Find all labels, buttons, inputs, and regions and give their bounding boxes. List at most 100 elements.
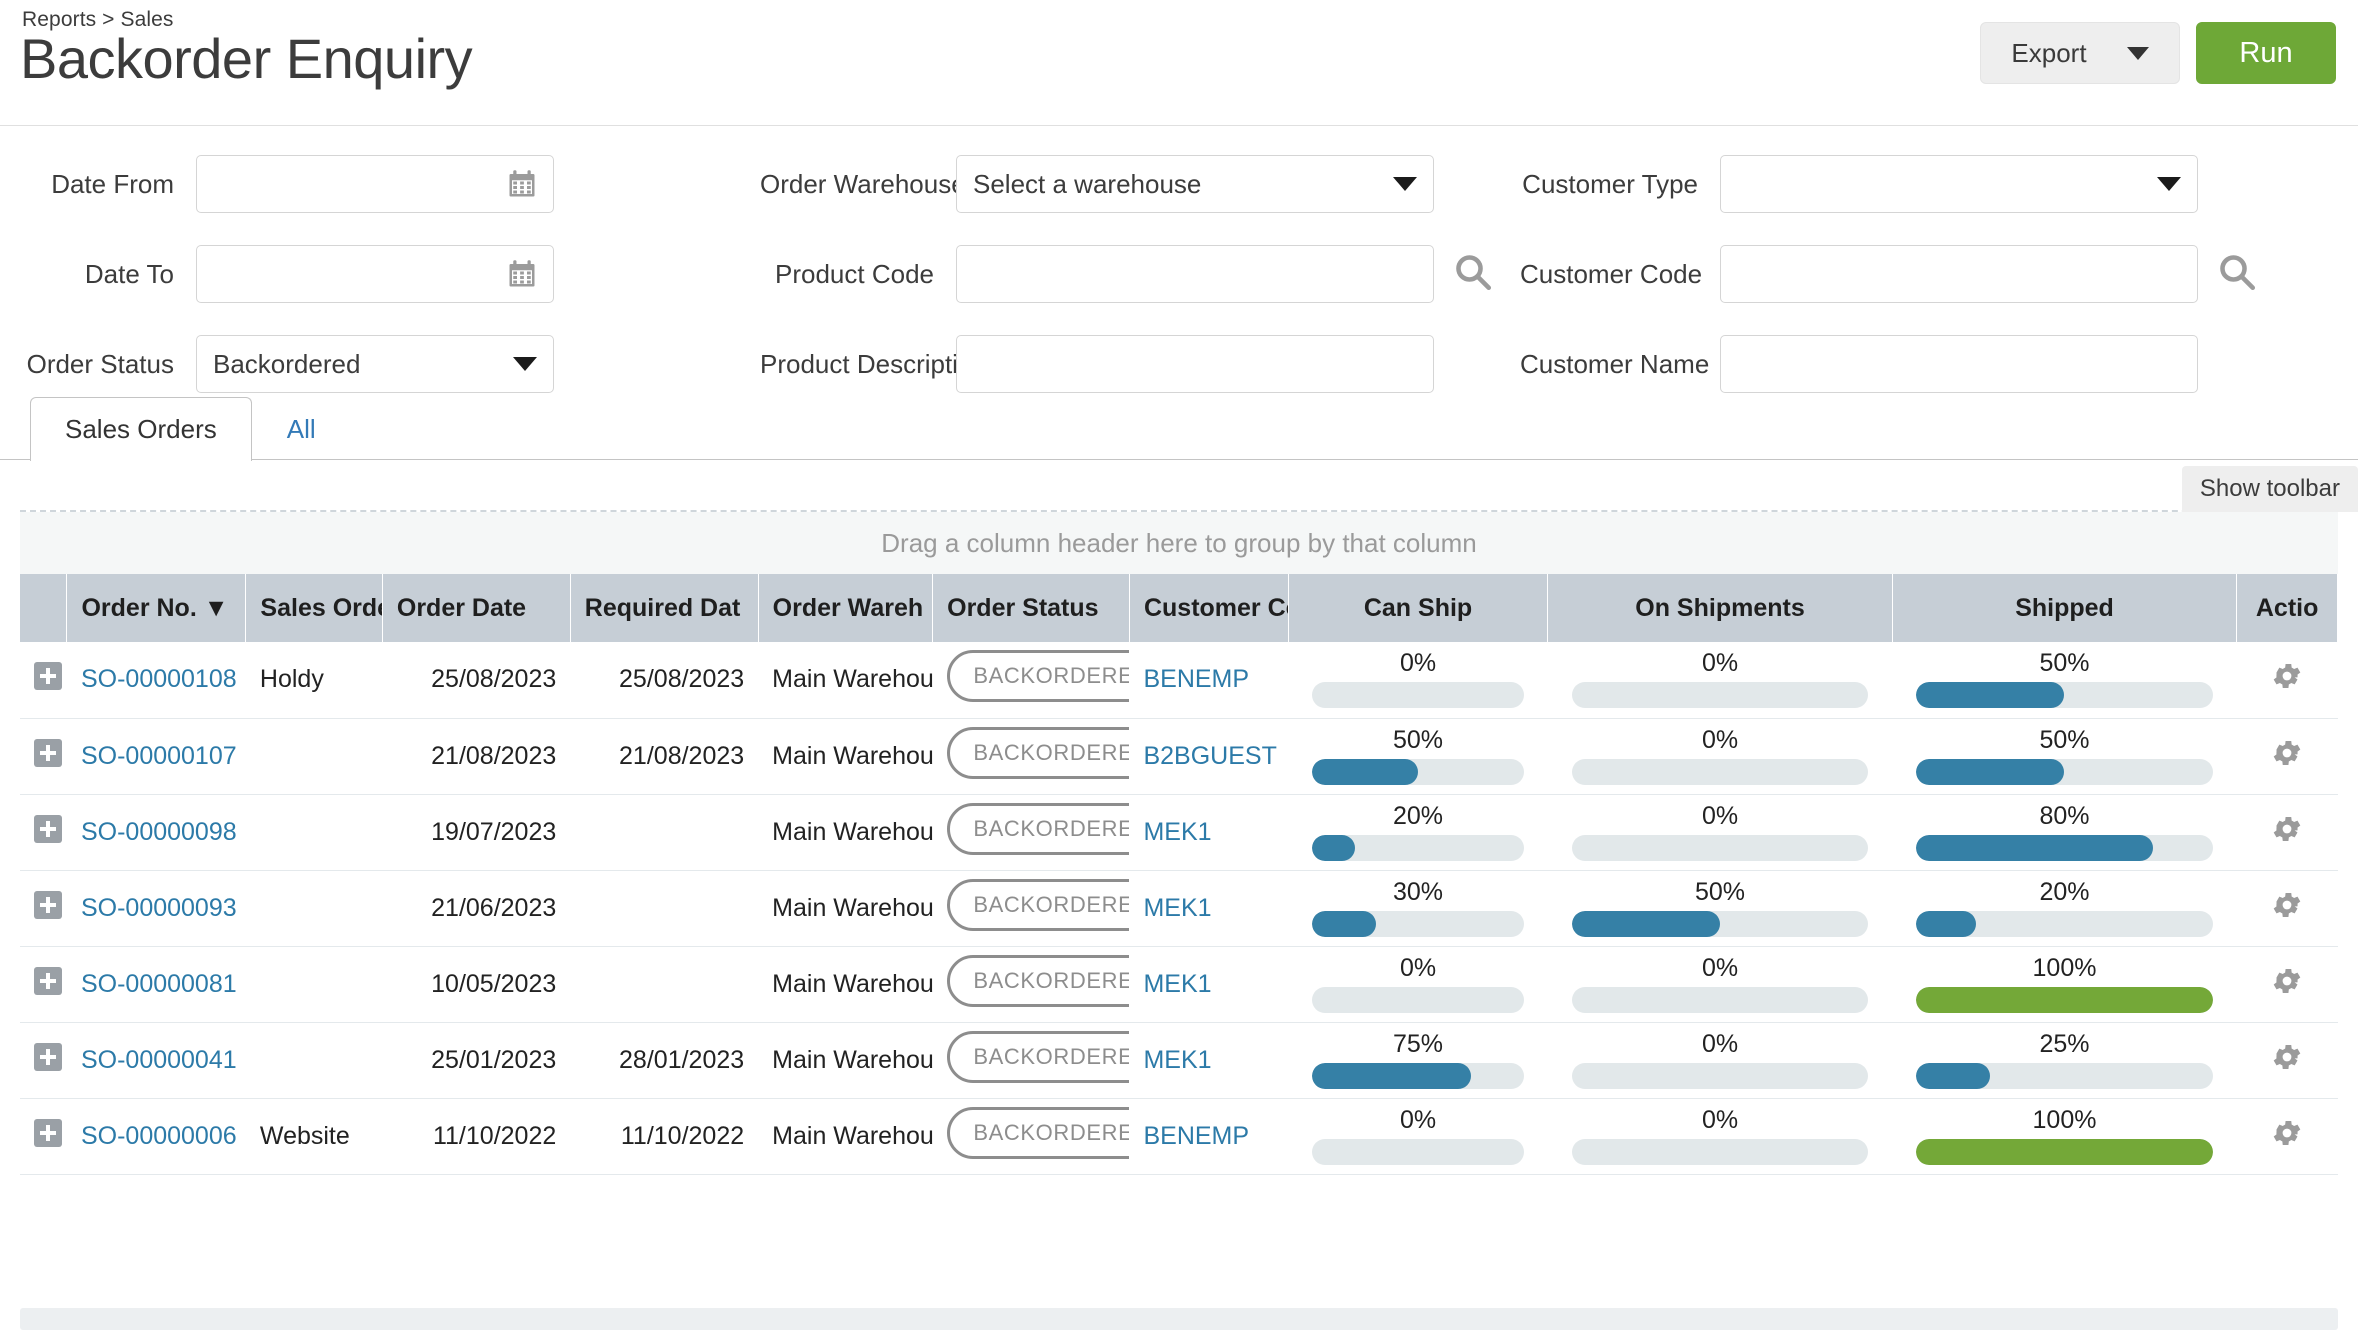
cell-order-no[interactable]: SO-00000108 xyxy=(66,642,246,719)
filter-order-status-select[interactable]: Backordered xyxy=(196,335,554,393)
filter-customer-name-input[interactable] xyxy=(1720,335,2198,393)
gear-icon[interactable] xyxy=(2270,736,2304,777)
cell-customer-code[interactable]: MEK1 xyxy=(1129,946,1289,1023)
cell-actions[interactable] xyxy=(2236,946,2338,1023)
group-by-drop-area[interactable]: Drag a column header here to group by th… xyxy=(20,512,2338,574)
customer-code-link[interactable]: MEK1 xyxy=(1143,818,1211,846)
cell-actions[interactable] xyxy=(2236,794,2338,871)
cell-order-no[interactable]: SO-00000093 xyxy=(66,870,246,947)
run-button[interactable]: Run xyxy=(2196,22,2336,84)
cell-actions[interactable] xyxy=(2236,718,2338,795)
cell-actions[interactable] xyxy=(2236,870,2338,947)
table-row[interactable]: SO-00000108 Holdy 25/08/2023 25/08/2023 Main… xyxy=(20,642,2338,719)
expand-row-icon[interactable] xyxy=(34,890,62,919)
gear-icon[interactable] xyxy=(2270,888,2304,929)
gear-icon[interactable] xyxy=(2270,1040,2304,1081)
customer-code-link[interactable]: BENEMP xyxy=(1143,1122,1249,1150)
customer-code-link[interactable]: MEK1 xyxy=(1143,1046,1211,1074)
expand-row-cell[interactable] xyxy=(20,794,67,871)
table-row[interactable]: SO-00000107 21/08/2023 21/08/2023 Main Ware… xyxy=(20,718,2338,795)
cell-customer-code[interactable]: BENEMP xyxy=(1129,1098,1289,1175)
expand-row-cell[interactable] xyxy=(20,1022,67,1099)
filter-product-code-input[interactable] xyxy=(956,245,1434,303)
order-no-link[interactable]: SO-00000081 xyxy=(81,970,237,998)
expand-row-icon[interactable] xyxy=(34,662,62,691)
cell-customer-code[interactable]: BENEMP xyxy=(1129,642,1289,719)
customer-code-link[interactable]: MEK1 xyxy=(1143,894,1211,922)
expand-row-icon[interactable] xyxy=(34,1118,62,1147)
column-header-sales-order[interactable]: Sales Order xyxy=(245,574,383,642)
progress-track xyxy=(1571,986,1869,1013)
gear-icon[interactable] xyxy=(2270,812,2304,853)
order-no-link[interactable]: SO-00000098 xyxy=(81,818,237,846)
cell-order-no[interactable]: SO-00000006 xyxy=(66,1098,246,1175)
expand-row-icon[interactable] xyxy=(34,966,62,995)
cell-order-no[interactable]: SO-00000098 xyxy=(66,794,246,871)
column-header-order-no-[interactable]: Order No. ▼ xyxy=(66,574,247,642)
gear-icon[interactable] xyxy=(2270,1116,2304,1157)
calendar-icon[interactable] xyxy=(507,259,537,289)
table-row[interactable]: SO-00000081 10/05/2023 Main Warehous BACKOR… xyxy=(20,946,2338,1023)
calendar-icon[interactable] xyxy=(507,169,537,199)
filter-customer-code-input[interactable] xyxy=(1720,245,2198,303)
expand-row-cell[interactable] xyxy=(20,870,67,947)
table-row[interactable]: SO-00000041 25/01/2023 28/01/2023 Main Ware… xyxy=(20,1022,2338,1099)
order-no-link[interactable]: SO-00000006 xyxy=(81,1122,237,1150)
cell-actions[interactable] xyxy=(2236,1098,2338,1175)
cell-shipped: 25% xyxy=(1892,1022,2237,1099)
customer-code-link[interactable]: B2BGUEST xyxy=(1143,742,1276,770)
gear-icon[interactable] xyxy=(2270,659,2304,700)
column-header-shipped[interactable]: Shipped xyxy=(1892,574,2238,642)
horizontal-scrollbar[interactable] xyxy=(20,1308,2338,1330)
gear-icon[interactable] xyxy=(2270,964,2304,1005)
export-button[interactable]: Export xyxy=(1980,22,2180,84)
filter-customer-type-select[interactable] xyxy=(1720,155,2198,213)
cell-customer-code[interactable]: B2BGUEST xyxy=(1129,718,1289,795)
cell-actions[interactable] xyxy=(2236,642,2338,719)
filter-order-warehouse-select[interactable]: Select a warehouse xyxy=(956,155,1434,213)
order-no-link[interactable]: SO-00000108 xyxy=(81,665,237,693)
order-no-link[interactable]: SO-00000093 xyxy=(81,894,237,922)
column-header-required-dat[interactable]: Required Dat xyxy=(570,574,759,642)
expand-row-cell[interactable] xyxy=(20,718,67,795)
order-no-link[interactable]: SO-00000107 xyxy=(81,742,237,770)
filter-column-2: Order Warehouse Select a warehouse Product… xyxy=(760,154,1520,424)
search-icon[interactable] xyxy=(1452,251,1494,298)
filter-date-to-input[interactable] xyxy=(196,245,554,303)
column-header-order-wareh[interactable]: Order Wareh xyxy=(758,574,934,642)
column-header-can-ship[interactable]: Can Ship xyxy=(1288,574,1549,642)
cell-required-date: 11/10/2022 xyxy=(570,1098,759,1175)
expand-row-icon[interactable] xyxy=(34,814,62,843)
cell-actions[interactable] xyxy=(2236,1022,2338,1099)
tab-all[interactable]: All xyxy=(252,397,351,461)
table-row[interactable]: SO-00000098 19/07/2023 Main Warehous BACKOR… xyxy=(20,794,2338,871)
column-header-order-status[interactable]: Order Status xyxy=(932,574,1130,642)
tab-sales-orders[interactable]: Sales Orders xyxy=(30,397,252,461)
expand-row-icon[interactable] xyxy=(34,1042,62,1071)
cell-customer-code[interactable]: MEK1 xyxy=(1129,1022,1289,1099)
column-header-customer-co[interactable]: Customer Co xyxy=(1129,574,1289,642)
filter-date-from-input[interactable] xyxy=(196,155,554,213)
cell-order-no[interactable]: SO-00000041 xyxy=(66,1022,246,1099)
customer-code-link[interactable]: MEK1 xyxy=(1143,970,1211,998)
order-no-link[interactable]: SO-00000041 xyxy=(81,1046,237,1074)
table-row[interactable]: SO-00000006 Website 11/10/2022 11/10/2022 Ma… xyxy=(20,1098,2338,1175)
expand-row-cell[interactable] xyxy=(20,1098,67,1175)
column-header-order-date[interactable]: Order Date xyxy=(382,574,571,642)
filter-product-description-input[interactable] xyxy=(956,335,1434,393)
cell-order-warehouse: Main Warehous xyxy=(758,870,933,947)
cell-customer-code[interactable]: MEK1 xyxy=(1129,870,1289,947)
expand-row-icon[interactable] xyxy=(34,738,62,767)
cell-customer-code[interactable]: MEK1 xyxy=(1129,794,1289,871)
column-header-actio[interactable]: Actio xyxy=(2236,574,2338,642)
table-row[interactable]: SO-00000093 21/06/2023 Main Warehous BACKOR… xyxy=(20,870,2338,947)
cell-order-no[interactable]: SO-00000081 xyxy=(66,946,246,1023)
search-icon[interactable] xyxy=(2216,251,2258,298)
cell-order-no[interactable]: SO-00000107 xyxy=(66,718,246,795)
show-toolbar-button[interactable]: Show toolbar xyxy=(2181,466,2358,512)
expand-row-cell[interactable] xyxy=(20,642,67,719)
cell-order-date: 10/05/2023 xyxy=(382,946,571,1023)
expand-row-cell[interactable] xyxy=(20,946,67,1023)
column-header-on-shipments[interactable]: On Shipments xyxy=(1547,574,1893,642)
customer-code-link[interactable]: BENEMP xyxy=(1143,665,1249,693)
